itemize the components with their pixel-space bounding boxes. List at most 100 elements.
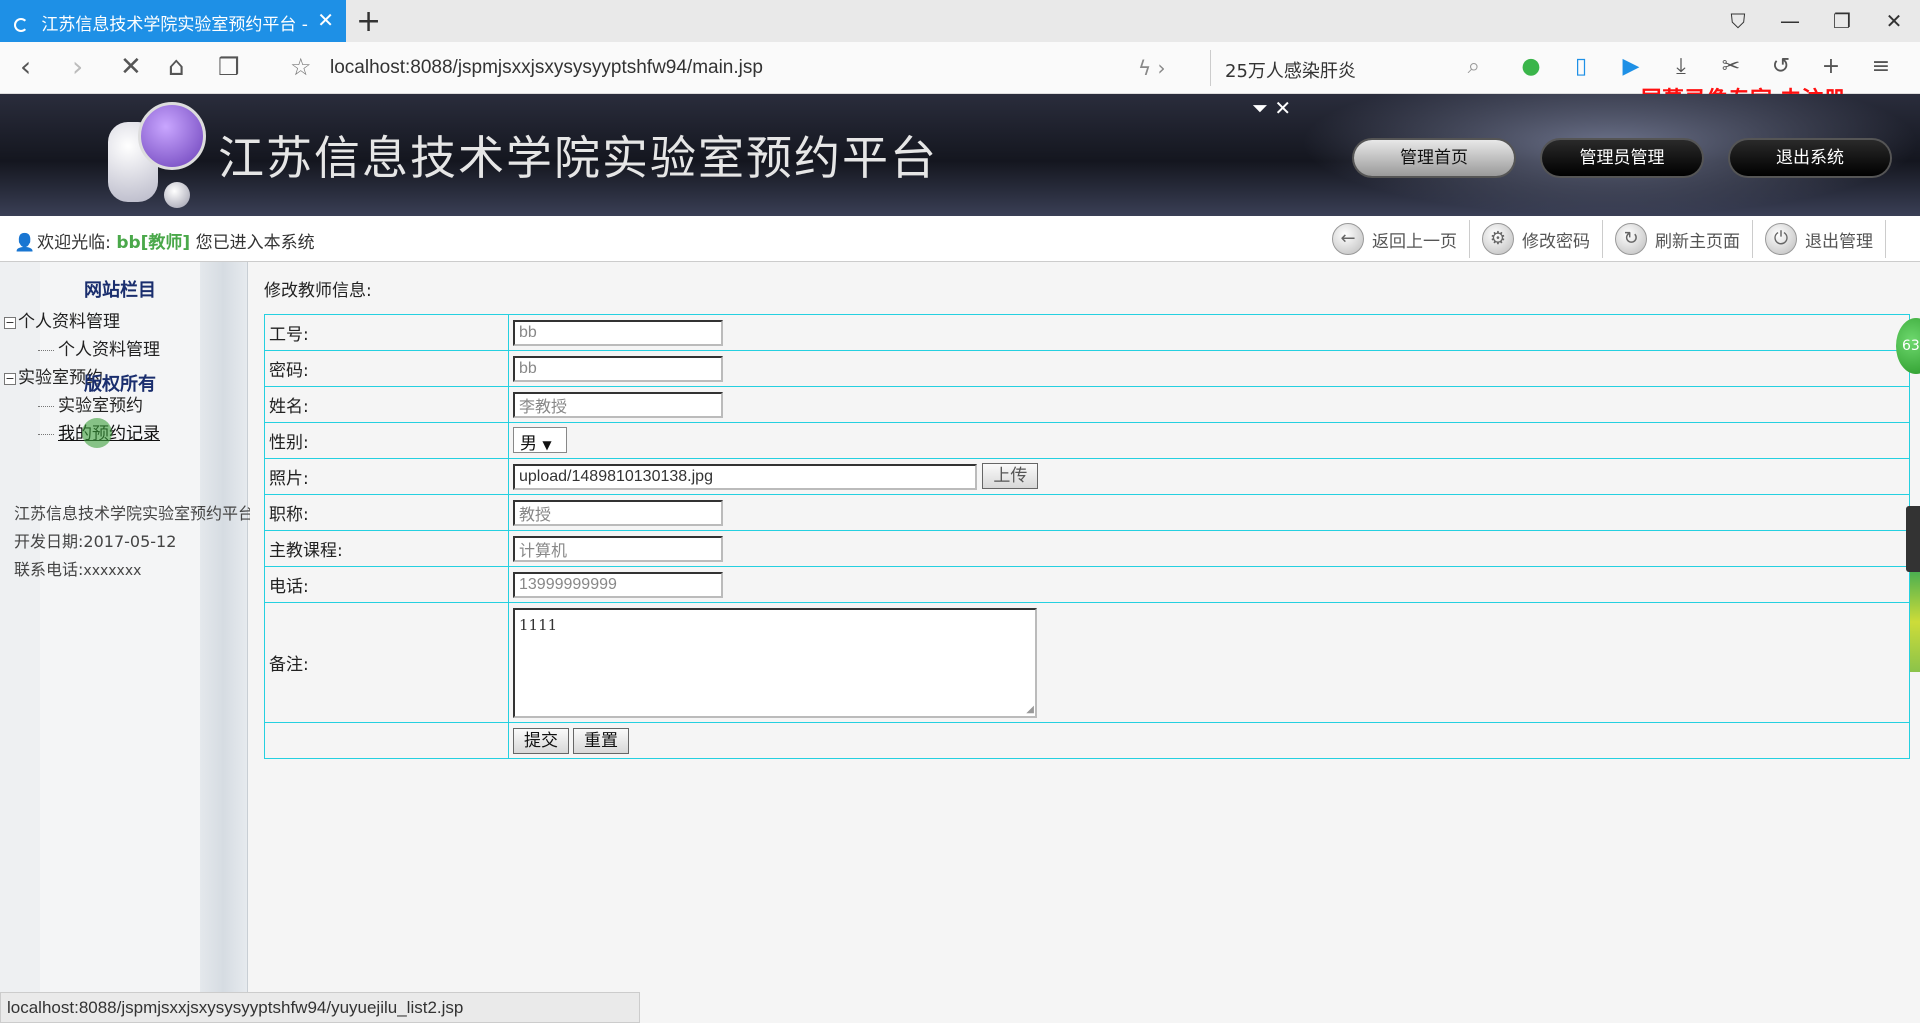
dropdown-arrow-icon[interactable]: ▼ <box>542 438 551 452</box>
field-cell: 上传 <box>508 458 1910 495</box>
field-cell: 男 ▼ <box>508 422 1910 459</box>
back-icon[interactable]: ‹ <box>20 50 31 84</box>
wechat-icon[interactable]: ● <box>1516 52 1546 82</box>
browser-tab-active[interactable]: 江苏信息技术学院实验室预约平台 - ✕ <box>0 0 346 42</box>
back-page-label: 返回上一页 <box>1372 231 1457 252</box>
nav-admin-home[interactable]: 管理首页 <box>1354 140 1514 176</box>
shirt-skin-icon[interactable]: ⛉ <box>1712 0 1764 42</box>
nav-logout[interactable]: 退出系统 <box>1730 140 1890 176</box>
field-label: 备注: <box>264 602 509 723</box>
main-content: 修改教师信息: 工号: 密码: 姓名: 性别: 男 ▼ 照片: 上传 职称: 主… <box>250 262 1920 1023</box>
search-box[interactable]: 25万人感染肝炎 ⌕ <box>1210 50 1490 86</box>
tree-group-label[interactable]: 个人资料管理 <box>18 312 120 332</box>
form-row-beizhu: 备注: 1111 ◢ <box>264 602 1910 723</box>
refresh-main-label: 刷新主页面 <box>1655 231 1740 252</box>
reading-mode-icon[interactable]: ❒ <box>218 50 240 84</box>
url-field[interactable]: ☆ localhost:8088/jspmjsxxjsxysysyyptshfw… <box>282 50 1142 86</box>
tab-title: 江苏信息技术学院实验室预约平台 - <box>41 15 308 35</box>
side-panel-handle[interactable] <box>1906 506 1920 572</box>
site-info-name: 江苏信息技术学院实验室预约平台 <box>14 504 255 523</box>
gender-select-value[interactable]: 男 <box>520 434 537 454</box>
scissors-icon[interactable]: ✂ <box>1716 52 1746 82</box>
power-icon: ⏻ <box>1765 223 1797 255</box>
form-heading: 修改教师信息: <box>264 281 372 301</box>
url-text[interactable]: localhost:8088/jspmjsxxjsxysysyyptshfw94… <box>330 57 763 79</box>
tab-close-icon[interactable]: ✕ <box>317 8 334 32</box>
dev-date-label: 开发日期: <box>14 532 84 551</box>
form-row-zhicheng: 职称: <box>264 494 1910 531</box>
new-tab-button[interactable]: + <box>356 4 381 39</box>
site-info-phone: 联系电话:xxxxxxx <box>14 556 254 585</box>
upload-button[interactable]: 上传 <box>982 463 1039 489</box>
remarks-textarea[interactable]: 1111 ◢ <box>513 607 1037 718</box>
status-bar: localhost:8088/jspmjsxxjsxysysyyptshfw94… <box>0 992 640 1023</box>
reset-button[interactable]: 重置 <box>573 727 629 754</box>
password-input[interactable] <box>513 355 723 382</box>
phone-input[interactable] <box>513 571 723 598</box>
stop-loading-icon[interactable]: ✕ <box>120 50 142 84</box>
bookmark-star-icon[interactable]: ☆ <box>290 53 312 81</box>
site-title: 江苏信息技术学院实验室预约平台 <box>218 131 938 185</box>
restore-icon[interactable]: ❐ <box>1816 0 1868 42</box>
tree-group-profile[interactable]: − 个人资料管理 <box>4 308 160 336</box>
field-label: 主教课程: <box>264 530 509 567</box>
form-row-gonghao: 工号: <box>264 314 1910 351</box>
tree-item-label[interactable]: 个人资料管理 <box>58 340 160 360</box>
address-bar: ‹ › ✕ ⌂ ❒ ☆ localhost:8088/jspmjsxxjsxys… <box>0 42 1920 113</box>
close-window-icon[interactable]: ✕ <box>1868 0 1920 42</box>
copyright-heading: 版权所有 <box>84 374 156 395</box>
teacher-id-input[interactable] <box>513 319 723 346</box>
change-password-label: 修改密码 <box>1522 231 1590 252</box>
nav-admin-manage[interactable]: 管理员管理 <box>1542 140 1702 176</box>
field-label: 照片: <box>264 458 509 495</box>
collapse-minus-icon[interactable]: − <box>4 373 16 385</box>
menu-icon[interactable]: ≡ <box>1866 52 1896 82</box>
loading-spinner-icon <box>14 18 28 32</box>
name-input[interactable] <box>513 391 723 418</box>
dev-date-value: 2017-05-12 <box>83 532 177 551</box>
submit-button[interactable]: 提交 <box>513 727 569 754</box>
lightning-icon[interactable]: ϟ › <box>1138 56 1166 80</box>
undo-icon[interactable]: ↺ <box>1766 52 1796 82</box>
back-page-link[interactable]: ← 返回上一页 <box>1320 220 1470 258</box>
tree-item-lab-booking[interactable]: 实验室预约 <box>4 392 160 420</box>
empty-label-cell <box>264 722 509 759</box>
site-banner: 江苏信息技术学院实验室预约平台 ⏷ ✕ 管理首页 管理员管理 退出系统 <box>0 94 1920 216</box>
video-icon[interactable]: ▶ <box>1616 52 1646 82</box>
logo-hand-ball-icon <box>138 102 206 170</box>
search-icon[interactable]: ⌕ <box>1468 54 1480 79</box>
left-sidebar: 网站栏目 −个人资料管理 个人资料管理 −实验室预约 实验室预约 我的预约记录 … <box>0 262 254 1023</box>
mouse-cursor-highlight <box>82 418 112 448</box>
collapse-minus-icon[interactable]: − <box>4 317 16 329</box>
resize-grip-icon[interactable]: ◢ <box>1026 704 1034 715</box>
logo-small-ball <box>164 182 190 208</box>
form-row-dianhua: 电话: <box>264 566 1910 603</box>
welcome-message: 👤 欢迎光临: bb[教师] 您已进入本系统 <box>14 228 315 253</box>
field-cell <box>508 530 1910 567</box>
field-cell <box>508 314 1910 351</box>
exit-admin-link[interactable]: ⏻ 退出管理 <box>1753 220 1886 258</box>
remarks-text[interactable]: 1111 <box>519 616 557 634</box>
minimize-icon[interactable]: — <box>1764 0 1816 42</box>
search-suggestion-text[interactable]: 25万人感染肝炎 <box>1225 57 1356 83</box>
forward-icon[interactable]: › <box>72 50 83 84</box>
welcome-bar: 👤 欢迎光临: bb[教师] 您已进入本系统 ← 返回上一页 ⚙ 修改密码 ↻ 刷… <box>0 216 1920 262</box>
gender-select[interactable]: 男 ▼ <box>513 427 567 454</box>
photo-path-input[interactable] <box>513 464 977 490</box>
home-icon[interactable]: ⌂ <box>168 50 185 84</box>
field-cell: 1111 ◢ <box>508 602 1910 723</box>
change-password-link[interactable]: ⚙ 修改密码 <box>1470 220 1603 258</box>
edit-teacher-form: 工号: 密码: 姓名: 性别: 男 ▼ 照片: 上传 职称: 主教课程: 电话: <box>264 314 1910 759</box>
banner-collapse-icon[interactable]: ⏷ ✕ <box>1252 96 1291 120</box>
refresh-main-link[interactable]: ↻ 刷新主页面 <box>1603 220 1753 258</box>
title-input[interactable] <box>513 499 723 526</box>
field-label: 职称: <box>264 494 509 531</box>
sidebar-divider <box>200 262 248 1023</box>
course-input[interactable] <box>513 535 723 562</box>
current-user: bb[教师] <box>116 233 191 253</box>
download-icon[interactable]: ⤓ <box>1666 52 1696 82</box>
tree-item-label[interactable]: 实验室预约 <box>58 396 143 416</box>
plus-icon[interactable]: + <box>1816 52 1846 82</box>
tree-item-profile-manage[interactable]: 个人资料管理 <box>4 336 160 364</box>
phone-icon[interactable]: ▯ <box>1566 52 1596 82</box>
